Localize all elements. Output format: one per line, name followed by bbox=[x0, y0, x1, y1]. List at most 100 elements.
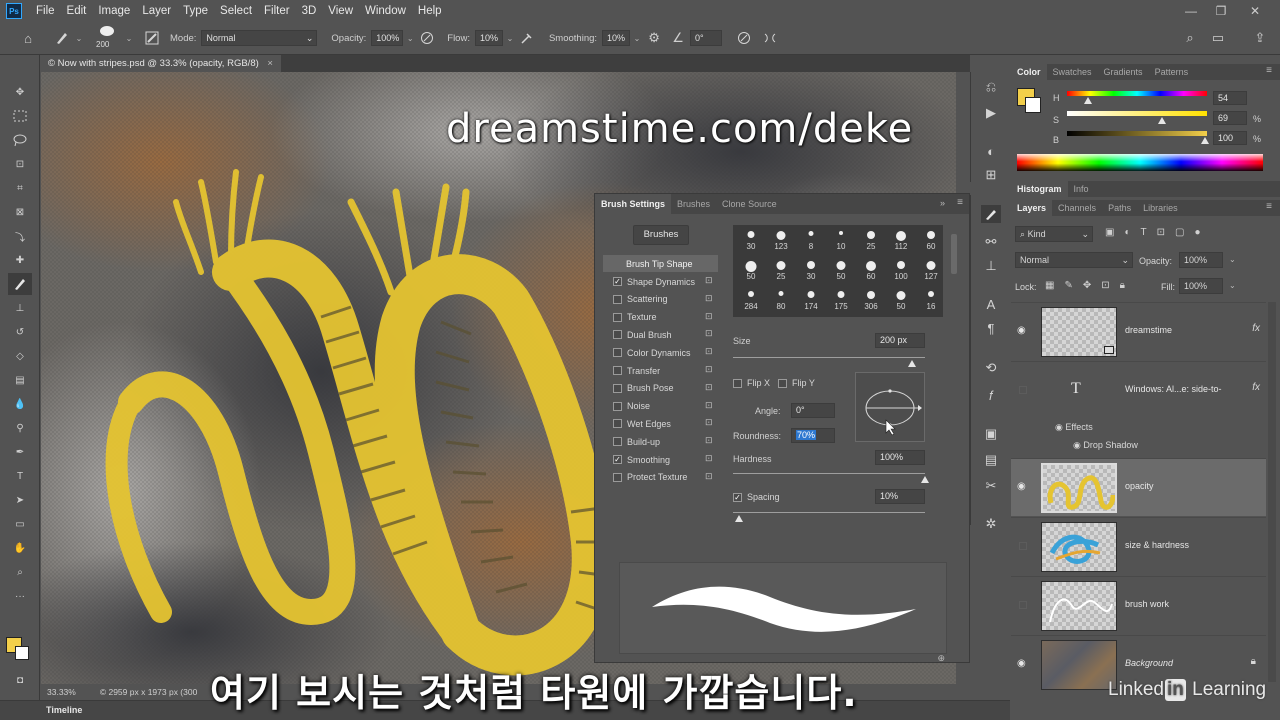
glyphs-panel-icon[interactable]: ⟲ bbox=[981, 359, 1001, 377]
menu-filter[interactable]: Filter bbox=[258, 0, 296, 22]
quick-select-tool-icon[interactable]: ⊡ bbox=[8, 153, 32, 175]
drop-shadow-row[interactable]: ◉ Drop Shadow bbox=[1073, 440, 1138, 451]
layer-opacity-input[interactable]: 100% bbox=[1179, 252, 1223, 268]
layer-name[interactable]: dreamstime bbox=[1125, 325, 1172, 335]
brush-option-row[interactable]: ✓ Smoothing ⊡ bbox=[603, 451, 718, 468]
share-icon[interactable]: ⇪ bbox=[1250, 28, 1270, 48]
brush-preset[interactable]: 50 bbox=[887, 289, 915, 311]
dodge-tool-icon[interactable]: ⚲ bbox=[8, 417, 32, 439]
brush-option-row[interactable]: Color Dynamics ⊡ bbox=[603, 344, 718, 361]
pressure-opacity-icon[interactable] bbox=[417, 28, 437, 48]
layers-scrollbar[interactable] bbox=[1268, 302, 1276, 682]
restore-button[interactable]: ❐ bbox=[1206, 0, 1236, 22]
visibility-toggle-off[interactable] bbox=[1019, 601, 1027, 609]
lock-icon[interactable]: ⊡ bbox=[705, 346, 714, 358]
layer-row-size-hardness[interactable]: size & hardness bbox=[1011, 517, 1266, 575]
menu-3d[interactable]: 3D bbox=[296, 0, 323, 22]
swatches-panel-icon[interactable]: ▣ bbox=[981, 425, 1001, 443]
saturation-input[interactable]: 69 bbox=[1213, 111, 1247, 125]
document-info[interactable]: © 2959 px x 1973 px (300 bbox=[100, 687, 197, 697]
brush-preset[interactable]: 306 bbox=[857, 289, 885, 311]
new-brush-icon[interactable]: ⊕ bbox=[937, 653, 945, 664]
brush-option-row[interactable]: Noise ⊡ bbox=[603, 398, 718, 415]
chevron-down-icon[interactable]: ⌄ bbox=[72, 34, 86, 43]
eyedropper-tool-icon[interactable]: ⤵ bbox=[8, 225, 32, 247]
color-spectrum-ramp[interactable] bbox=[1017, 154, 1263, 171]
panel-menu-icon[interactable]: ≡ bbox=[957, 197, 963, 208]
chevron-down-icon[interactable]: ⌄ bbox=[630, 34, 644, 43]
character-panel-icon[interactable]: A bbox=[981, 295, 1001, 313]
brush-option-row[interactable]: Brush Pose ⊡ bbox=[603, 380, 718, 397]
layer-row-dreamstime[interactable]: ◉ dreamstime fx bbox=[1011, 302, 1266, 360]
menu-window[interactable]: Window bbox=[359, 0, 412, 22]
tab-brushes[interactable]: Brushes bbox=[671, 194, 716, 214]
lock-icon[interactable]: ⊡ bbox=[705, 453, 714, 465]
crop-tool-icon[interactable]: ⌗ bbox=[8, 177, 32, 199]
hardness-slider-track[interactable] bbox=[733, 473, 925, 474]
adjustments-panel-icon[interactable]: ◐ bbox=[981, 142, 1001, 160]
lock-icon[interactable]: ⊡ bbox=[705, 417, 714, 429]
brush-settings-panel-icon[interactable] bbox=[981, 205, 1001, 223]
chevron-down-icon[interactable]: ⌄ bbox=[1229, 255, 1236, 264]
option-checkbox[interactable] bbox=[613, 348, 622, 358]
brush-preset[interactable]: 100 bbox=[887, 259, 915, 281]
menu-layer[interactable]: Layer bbox=[136, 0, 177, 22]
brush-option-row[interactable]: Texture ⊡ bbox=[603, 309, 718, 326]
history-panel-icon[interactable]: ⎌ bbox=[981, 78, 1001, 96]
brush-preset[interactable]: 50 bbox=[827, 259, 855, 281]
brush-preset[interactable]: 8 bbox=[797, 229, 825, 251]
hardness-input[interactable]: 100% bbox=[875, 450, 925, 465]
actions-panel-icon[interactable]: ▶ bbox=[981, 104, 1001, 122]
brush-tool-preset-icon[interactable] bbox=[52, 28, 72, 48]
brush-preset[interactable]: 30 bbox=[737, 229, 765, 251]
gradient-tool-icon[interactable]: ▤ bbox=[8, 369, 32, 391]
chevron-down-icon[interactable]: ⌄ bbox=[122, 34, 136, 43]
pressure-size-icon[interactable] bbox=[734, 28, 754, 48]
healing-brush-tool-icon[interactable]: ✚ bbox=[8, 249, 32, 271]
saturation-slider-thumb[interactable] bbox=[1158, 117, 1166, 124]
zoom-tool-icon[interactable]: ⌕ bbox=[8, 561, 32, 583]
layer-name[interactable]: Background bbox=[1125, 658, 1173, 668]
brush-preset[interactable]: 50 bbox=[737, 259, 765, 281]
brush-preset[interactable]: 123 bbox=[767, 229, 795, 251]
brush-option-row[interactable]: Transfer ⊡ bbox=[603, 362, 718, 379]
history-brush-tool-icon[interactable]: ↺ bbox=[8, 321, 32, 343]
option-checkbox[interactable]: ✓ bbox=[613, 277, 622, 286]
more-tools-icon[interactable]: ··· bbox=[8, 585, 32, 607]
background-color-swatch[interactable] bbox=[15, 646, 29, 660]
visibility-toggle-off[interactable] bbox=[1019, 542, 1027, 550]
option-checkbox[interactable] bbox=[613, 383, 622, 393]
layer-name[interactable]: opacity bbox=[1125, 481, 1154, 491]
lock-transparent-icon[interactable]: ▦ bbox=[1045, 280, 1054, 291]
filter-smart-object-icon[interactable]: ▢ bbox=[1175, 227, 1184, 238]
size-input[interactable]: 200 px bbox=[875, 333, 925, 348]
option-checkbox[interactable] bbox=[613, 419, 622, 429]
menu-help[interactable]: Help bbox=[412, 0, 448, 22]
brush-preset[interactable]: 16 bbox=[917, 289, 945, 311]
brush-option-row[interactable]: Wet Edges ⊡ bbox=[603, 415, 718, 432]
brush-option-row[interactable]: Protect Texture ⊡ bbox=[603, 469, 718, 486]
tab-layers[interactable]: Layers bbox=[1011, 200, 1053, 216]
tab-gradients[interactable]: Gradients bbox=[1098, 64, 1149, 80]
visibility-toggle-off[interactable] bbox=[1019, 386, 1027, 394]
lock-icon[interactable]: ⊡ bbox=[705, 328, 714, 340]
brush-preset[interactable]: 30 bbox=[797, 259, 825, 281]
flow-input[interactable]: 10% bbox=[474, 30, 503, 46]
tab-info[interactable]: Info bbox=[1068, 181, 1095, 197]
brushes-button[interactable]: Brushes bbox=[633, 225, 689, 245]
lock-image-icon[interactable]: ✎ bbox=[1064, 280, 1072, 291]
tab-channels[interactable]: Channels bbox=[1052, 200, 1102, 216]
chevron-down-icon[interactable]: ⌄ bbox=[403, 34, 417, 43]
lasso-tool-icon[interactable] bbox=[8, 129, 32, 151]
brush-preset[interactable]: 174 bbox=[797, 289, 825, 311]
lock-icon[interactable]: ⊡ bbox=[705, 311, 714, 323]
lock-icon[interactable]: ⊡ bbox=[705, 435, 714, 447]
brush-size-picker[interactable]: 200 bbox=[92, 23, 122, 53]
brush-preset[interactable]: 175 bbox=[827, 289, 855, 311]
option-checkbox[interactable] bbox=[613, 330, 622, 340]
clone-source-panel-icon[interactable]: ⊥ bbox=[981, 257, 1001, 275]
tab-clone-source[interactable]: Clone Source bbox=[716, 194, 783, 214]
type-tool-icon[interactable]: T bbox=[8, 465, 32, 487]
home-icon[interactable]: ⌂ bbox=[18, 28, 38, 48]
properties-panel-icon[interactable]: ⊞ bbox=[981, 166, 1001, 184]
